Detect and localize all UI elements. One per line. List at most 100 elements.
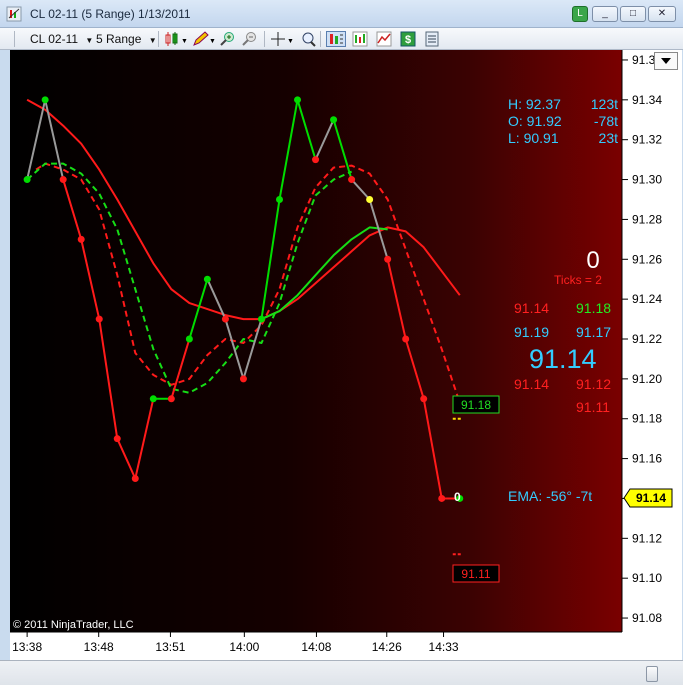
low-label: L: 90.91 xyxy=(508,130,559,146)
interval-label: 5 Range xyxy=(96,32,142,46)
dollar-icon[interactable]: $ xyxy=(400,31,416,47)
properties-icon[interactable] xyxy=(424,31,440,47)
price-point xyxy=(348,176,356,184)
price-point xyxy=(203,275,211,283)
toolbar-separator xyxy=(320,31,321,47)
price-point xyxy=(384,255,392,263)
chart-panel[interactable]: 91.36 91.34 91.32 91.30 91.28 91.26 91.24 91.22… xyxy=(10,50,682,660)
ask-4: 91.11 xyxy=(576,399,610,415)
ema-angle-label: EMA: -56° -7t xyxy=(508,488,592,504)
last-bar-counter: 0 xyxy=(454,490,461,504)
toolbar-separator xyxy=(158,31,159,47)
scrollbar-thumb[interactable] xyxy=(646,666,658,682)
ninjatrader-app-icon xyxy=(6,6,22,22)
crosshair-icon[interactable]: ▼ xyxy=(270,31,294,47)
close-button[interactable]: ✕ xyxy=(648,6,676,22)
window-title: CL 02-11 (5 Range) 1/13/2011 xyxy=(30,7,191,21)
price-tick-label: 91.20 xyxy=(632,372,662,386)
price-point xyxy=(95,315,103,323)
price-point xyxy=(77,235,85,243)
chevron-down-icon xyxy=(661,58,671,64)
price-tick-label: 91.24 xyxy=(632,292,662,306)
svg-text:▼: ▼ xyxy=(287,38,294,45)
chevron-down-icon: ▼ xyxy=(148,36,157,45)
price-point xyxy=(366,195,374,203)
price-tick-label: 91.10 xyxy=(632,571,662,585)
price-point xyxy=(59,176,67,184)
open-label: O: 91.92 xyxy=(508,113,562,129)
price-point xyxy=(167,395,175,403)
ask-3: 91.12 xyxy=(576,376,611,392)
current-price-value: 91.14 xyxy=(636,491,666,505)
high-ticks: 123t xyxy=(591,96,618,112)
title-bar: CL 02-11 (5 Range) 1/13/2011 L _ □ ✕ xyxy=(0,0,683,28)
minimize-button[interactable]: _ xyxy=(592,6,618,22)
price-tick-label: 91.12 xyxy=(632,531,662,545)
indicators-icon[interactable] xyxy=(376,31,392,47)
time-tick-label: 14:33 xyxy=(429,640,459,654)
instrument-label: CL 02-11 xyxy=(30,32,79,46)
price-point xyxy=(312,156,320,164)
price-tick-label: 91.32 xyxy=(632,133,662,147)
bid-3: 91.14 xyxy=(514,376,549,392)
upper-target-box: 91.18 xyxy=(452,395,500,414)
price-tick-label: 91.30 xyxy=(632,173,662,187)
open-ticks: -78t xyxy=(594,113,618,129)
link-button[interactable]: L xyxy=(572,6,588,22)
price-point xyxy=(113,435,121,443)
high-label: H: 92.37 xyxy=(508,96,561,112)
bid-1: 91.14 xyxy=(514,300,549,316)
time-tick-label: 13:51 xyxy=(155,640,185,654)
price-point xyxy=(41,96,49,104)
price-chart[interactable]: 91.3691.3491.3291.3091.2891.2691.2491.22… xyxy=(10,50,682,660)
time-tick-label: 14:26 xyxy=(372,640,402,654)
time-tick-label: 14:00 xyxy=(229,640,259,654)
svg-text:▼: ▼ xyxy=(209,38,216,45)
price-point xyxy=(257,315,265,323)
zoom-out-icon[interactable] xyxy=(242,31,258,47)
price-point xyxy=(330,116,338,124)
bar-type-icon[interactable]: ▼ xyxy=(164,31,188,47)
chart-menu-button[interactable] xyxy=(654,52,678,70)
data-box-icon[interactable] xyxy=(300,31,316,47)
lower-target-value: 91.11 xyxy=(461,567,490,581)
price-tick-label: 91.08 xyxy=(632,611,662,625)
time-tick-label: 13:48 xyxy=(84,640,114,654)
price-point xyxy=(185,335,193,343)
price-point xyxy=(239,375,247,383)
price-tick-label: 91.28 xyxy=(632,212,662,226)
chart-trader-icon[interactable] xyxy=(326,31,346,47)
copyright-text: © 2011 NinjaTrader, LLC xyxy=(13,619,134,631)
tick-counter: 0 xyxy=(586,247,599,274)
toolbar-grip xyxy=(14,31,15,47)
chevron-down-icon: ▼ xyxy=(85,36,94,45)
price-tick-label: 91.26 xyxy=(632,252,662,266)
price-point xyxy=(294,96,302,104)
price-tick-label: 91.16 xyxy=(632,452,662,466)
drawing-tool-pencil-icon[interactable]: ▼ xyxy=(192,31,216,47)
lower-target-box: 91.11 xyxy=(452,564,500,583)
svg-text:$: $ xyxy=(405,34,411,46)
instrument-selector[interactable]: CL 02-11 ▼ xyxy=(30,31,93,47)
ticks-remaining-label: Ticks = 2 xyxy=(554,273,602,287)
bid-2: 91.19 xyxy=(514,324,549,340)
toolbar-separator xyxy=(264,31,265,47)
svg-text:▼: ▼ xyxy=(181,38,188,45)
strategies-icon[interactable] xyxy=(352,31,368,47)
horizontal-scrollbar[interactable] xyxy=(0,660,683,685)
price-tick-label: 91.18 xyxy=(632,412,662,426)
time-tick-label: 13:38 xyxy=(12,640,42,654)
price-point xyxy=(131,475,139,483)
low-ticks: 23t xyxy=(599,130,619,146)
last-price: 91.14 xyxy=(529,344,597,374)
price-point xyxy=(149,395,157,403)
price-point xyxy=(402,335,410,343)
price-tick-label: 91.34 xyxy=(632,93,662,107)
price-point xyxy=(221,315,229,323)
maximize-button[interactable]: □ xyxy=(620,6,646,22)
chart-toolbar: CL 02-11 ▼ 5 Range ▼ ▼ ▼ ▼ $ xyxy=(0,28,683,50)
price-point xyxy=(420,395,428,403)
interval-selector[interactable]: 5 Range ▼ xyxy=(96,31,157,47)
price-point xyxy=(275,195,283,203)
zoom-in-icon[interactable] xyxy=(220,31,236,47)
